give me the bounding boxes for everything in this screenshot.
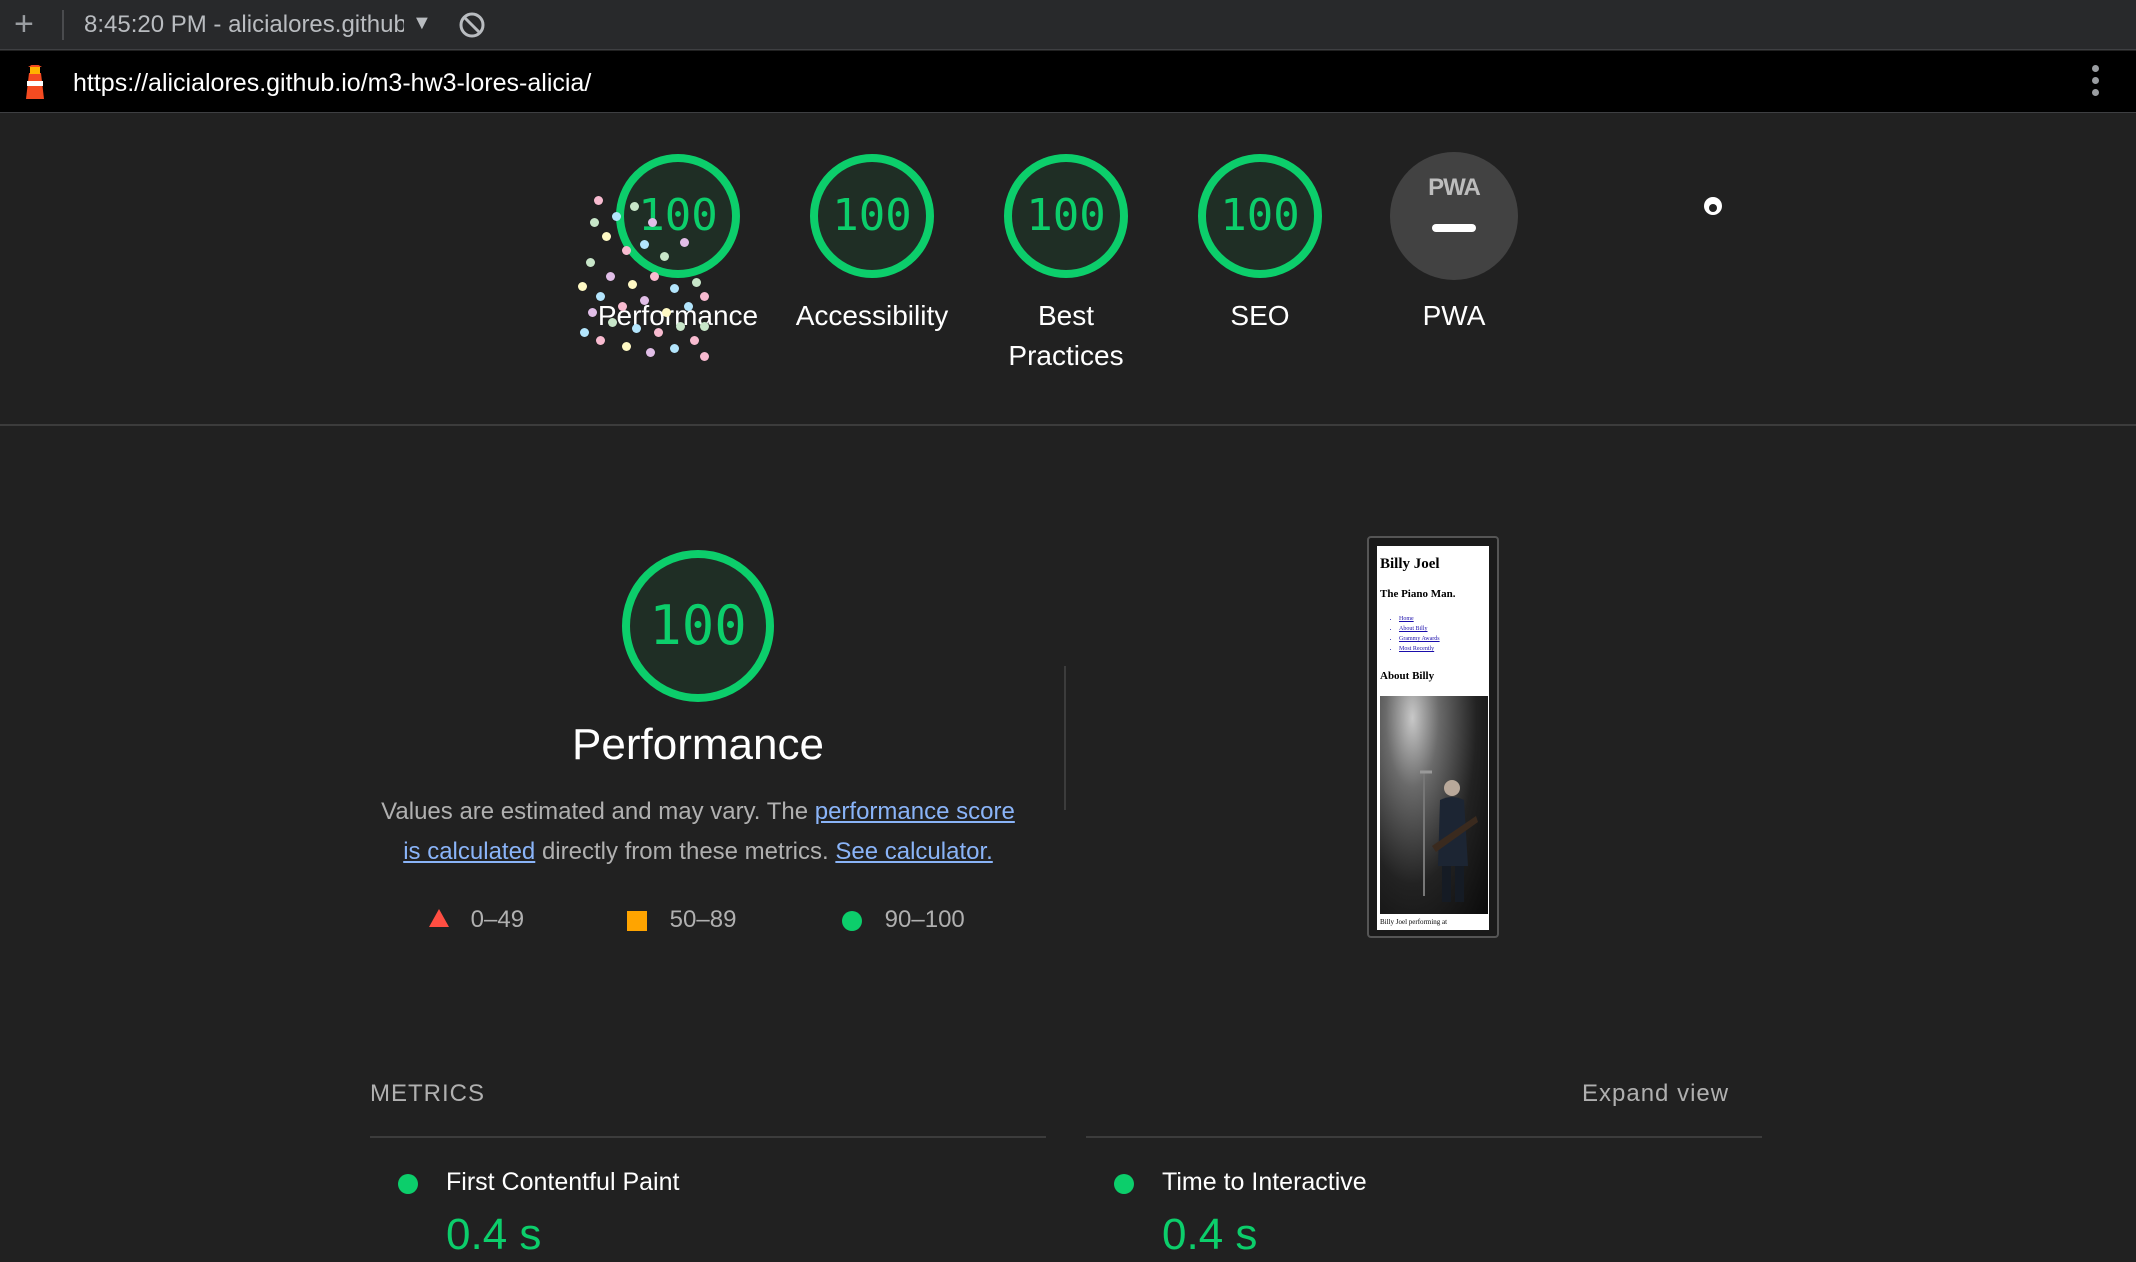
more-options-icon[interactable] [2080,65,2110,101]
legend-pass: 90–100 [842,906,965,934]
gauge-pwa[interactable]: PWA PWA [1359,152,1549,336]
metric-name: First Contentful Paint [446,1168,680,1196]
gauge-score: 100 [1026,190,1106,241]
pwa-badge-text: PWA [1428,174,1481,201]
lighthouse-icon [20,63,50,106]
screenshot-page: Billy Joel The Piano Man. Home About Bil… [1377,546,1489,930]
gauge-best-practices[interactable]: 100 Best Practices [971,152,1161,376]
section-divider [0,424,2136,426]
new-tab-button[interactable]: + [14,6,34,42]
tab-separator [62,10,64,40]
metrics-divider [1086,1136,1762,1138]
gauge-label: PWA [1422,300,1486,331]
url-bar: https://alicialores.github.io/m3-hw3-lor… [0,51,2136,113]
screenshot-nav-item: Home [1399,614,1440,624]
vertical-divider [1064,666,1066,810]
screenshot-caption: Billy Joel performing at [1380,918,1448,926]
screenshot-heading: Billy Joel [1380,556,1440,572]
legend-range: 90–100 [884,906,965,933]
metric-value: 0.4 s [446,1210,542,1259]
legend-range: 50–89 [669,906,737,933]
screenshot-nav-item: Most Recently [1399,644,1440,654]
see-calculator-link[interactable]: See calculator. [835,838,992,865]
pass-circle-icon [1114,1174,1134,1194]
score-legend: 0–49 50–89 90–100 [0,906,2136,936]
screenshot-nav-item: Grammy Awards [1399,634,1440,644]
gauge-performance[interactable]: 100 Performance [583,152,773,336]
pwa-badge-icon: PWA [1390,152,1518,280]
screenshot-nav: Home About Billy Grammy Awards Most Rece… [1399,614,1440,654]
expand-view-button[interactable]: Expand view [1582,1080,1729,1108]
screenshot-subheading: The Piano Man. [1380,588,1456,600]
screenshot-photo [1380,696,1488,914]
toggle-dot-icon[interactable] [1703,196,1723,221]
pass-circle-icon [398,1174,418,1194]
screenshot-section-heading: About Billy [1380,670,1435,682]
gauge-score: 100 [638,190,718,241]
score-gauges: 100 Performance 100 Accessibility 100 Be… [0,152,2136,422]
gauge-label: Accessibility [795,300,949,331]
tab-dropdown-icon[interactable]: ▼ [412,12,432,35]
gauge-seo[interactable]: 100 SEO [1165,152,1355,336]
description-text: directly from these metrics. [535,838,836,865]
pwa-dash [1432,224,1476,232]
legend-average: 50–89 [627,906,736,934]
triangle-icon [428,907,450,935]
gauge-accessibility[interactable]: 100 Accessibility [777,152,967,336]
legend-range: 0–49 [470,906,525,933]
screenshot-nav-item: About Billy [1399,624,1440,634]
gauge-label: Best Practices [1008,300,1124,371]
square-icon [627,910,647,931]
tab-title[interactable]: 8:45:20 PM - alicialores.github [84,11,404,39]
performance-title: Performance [572,720,824,769]
metrics-divider [370,1136,1046,1138]
gauge-score: 100 [1220,190,1300,241]
metric-value: 0.4 s [1162,1210,1258,1259]
gauge-label: SEO [1230,300,1290,331]
performance-score: 100 [649,594,747,657]
tab-bar: + 8:45:20 PM - alicialores.github ▼ [0,0,2136,50]
performance-description: Values are estimated and may vary. The p… [370,792,1026,872]
description-text: Values are estimated and may vary. The [381,798,815,825]
performance-gauge: 100 [620,548,776,704]
url-text[interactable]: https://alicialores.github.io/m3-hw3-lor… [73,69,591,98]
legend-fail: 0–49 [428,906,524,935]
metric-name: Time to Interactive [1162,1168,1367,1196]
circle-icon [842,910,862,931]
gauge-score: 100 [832,190,912,241]
final-screenshot[interactable]: Billy Joel The Piano Man. Home About Bil… [1367,536,1499,938]
block-icon[interactable] [458,11,486,44]
metrics-header: METRICS [370,1080,485,1107]
